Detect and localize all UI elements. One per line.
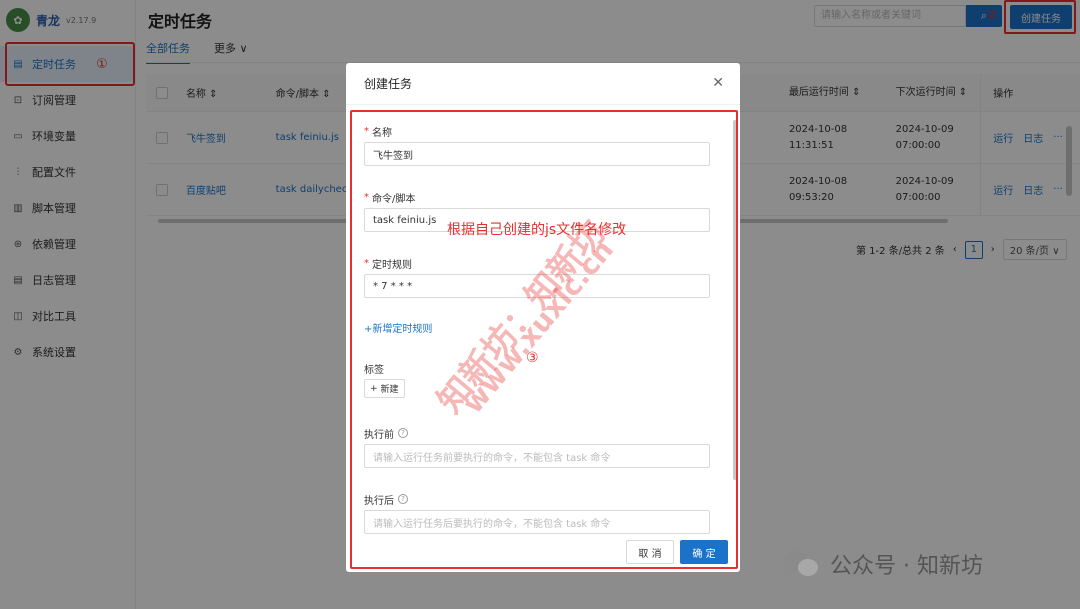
- modal-title: 创建任务: [346, 63, 740, 105]
- wechat-account: 公众号 · 知新坊: [830, 554, 983, 579]
- close-icon[interactable]: ✕: [712, 75, 724, 91]
- wechat-footer: 公众号 · 知新坊: [784, 548, 983, 580]
- wechat-icon: [784, 549, 820, 579]
